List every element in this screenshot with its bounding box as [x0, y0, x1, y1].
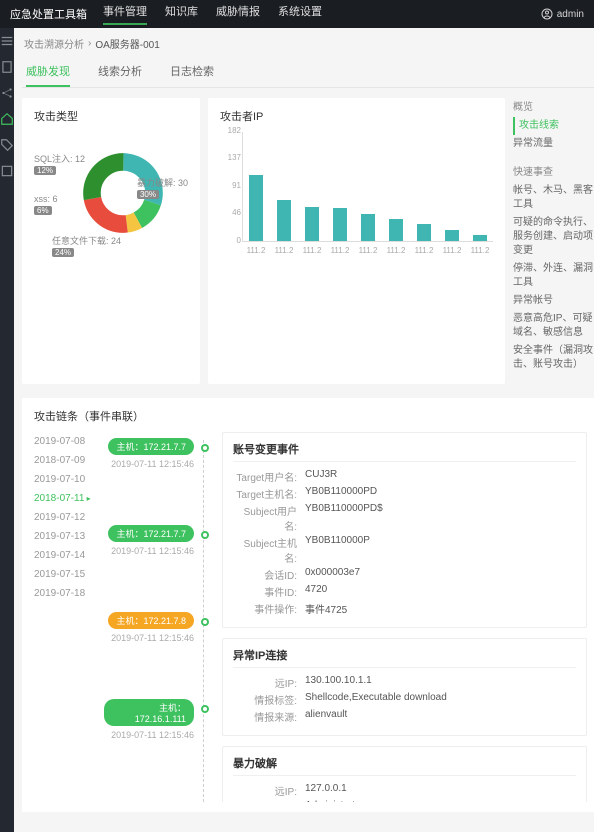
- date-item[interactable]: 2019-07-13: [34, 527, 96, 546]
- menu-icon[interactable]: [0, 34, 14, 48]
- bc-sep: ›: [88, 38, 91, 49]
- rn-q2[interactable]: 停滞、外连、漏洞工具: [513, 260, 594, 292]
- bar-0[interactable]: 111.2: [249, 175, 263, 241]
- date-item[interactable]: 2019-07-10: [34, 470, 96, 489]
- nav-events[interactable]: 事件管理: [103, 3, 147, 25]
- timeline-node[interactable]: 主机：172.21.7.72019-07-11 12:15:46: [104, 525, 204, 556]
- timeline-node[interactable]: 主机：172.21.7.72019-07-11 12:15:46: [104, 438, 204, 469]
- nav-settings[interactable]: 系统设置: [278, 3, 322, 25]
- bar-1[interactable]: 111.2: [277, 200, 291, 241]
- date-item[interactable]: 2019-07-12: [34, 508, 96, 527]
- attacker-ip-title: 攻击者IP: [220, 108, 493, 124]
- top-nav: 事件管理 知识库 威胁情报 系统设置: [103, 3, 322, 25]
- date-list: 2019-07-082018-07-092019-07-102018-07-11…: [34, 432, 96, 802]
- rn-sec1-title: 概览: [513, 98, 594, 113]
- tab-log[interactable]: 日志检索: [170, 57, 214, 87]
- attack-chain-card: 攻击链条（事件串联） 2019-07-082018-07-092019-07-1…: [22, 398, 594, 812]
- bar-8[interactable]: 111.2: [473, 235, 487, 241]
- rn-q3[interactable]: 异常帐号: [513, 292, 594, 310]
- timeline-node[interactable]: 主机：172.16.1.1112019-07-11 12:15:46: [104, 699, 204, 740]
- user-name: admin: [557, 9, 584, 20]
- rn-q1[interactable]: 可疑的命令执行、服务创建、启动项变更: [513, 214, 594, 260]
- bc-2: OA服务器-001: [95, 36, 159, 51]
- topbar: 应急处置工具箱 事件管理 知识库 威胁情报 系统设置 admin: [0, 0, 594, 28]
- attack-type-card: 攻击类型 暴力破解: 3030% SQL注入: 1212% xss: 66% 任: [22, 98, 200, 384]
- tab-threat[interactable]: 威胁发现: [26, 57, 70, 87]
- rn-q5[interactable]: 安全事件（漏洞攻击、账号攻击）: [513, 342, 594, 374]
- share-icon[interactable]: [0, 86, 14, 100]
- bc-1[interactable]: 攻击溯源分析: [24, 36, 84, 51]
- date-item[interactable]: 2019-07-14: [34, 546, 96, 565]
- event-card: 异常IP连接远IP:130.100.10.1.1情报标签:Shellcode,E…: [222, 638, 587, 736]
- timeline-node[interactable]: 主机：172.21.7.82019-07-11 12:15:46: [104, 612, 204, 643]
- bar-chart: 04691137182111.2111.2111.2111.2111.2111.…: [242, 132, 493, 242]
- donut-label-3: 任意文件下载: 2424%: [52, 236, 121, 258]
- date-item[interactable]: 2019-07-18: [34, 584, 96, 603]
- bar-6[interactable]: 111.2: [417, 224, 431, 241]
- user-menu[interactable]: admin: [541, 8, 584, 20]
- attacker-ip-card: 攻击者IP 04691137182111.2111.2111.2111.2111…: [208, 98, 505, 384]
- attack-type-title: 攻击类型: [34, 108, 188, 124]
- donut-chart: 暴力破解: 3030% SQL注入: 1212% xss: 66% 任意文件下载…: [34, 132, 188, 262]
- event-list[interactable]: 账号变更事件Target用户名:CUJ3RTarget主机名:YB0B11000…: [212, 432, 587, 802]
- tag-icon[interactable]: [0, 138, 14, 152]
- chain-title: 攻击链条（事件串联）: [34, 408, 587, 424]
- donut-label-2: xss: 66%: [34, 194, 58, 216]
- subtabs: 威胁发现 线索分析 日志检索: [22, 57, 594, 88]
- rn-abnormal-flow[interactable]: 异常流量: [513, 135, 594, 153]
- home-icon[interactable]: [0, 112, 14, 126]
- brand: 应急处置工具箱: [10, 6, 87, 22]
- sidebar: [0, 28, 14, 832]
- nav-kb[interactable]: 知识库: [165, 3, 198, 25]
- date-item[interactable]: 2018-07-11: [34, 489, 96, 508]
- rn-attack-clue[interactable]: 攻击线索: [513, 117, 594, 135]
- rn-sec2-title: 快速事查: [513, 163, 594, 178]
- right-nav: 概览 攻击线索 异常流量 快速事查 帐号、木马、黑客工具 可疑的命令执行、服务创…: [513, 98, 594, 384]
- nav-threat[interactable]: 威胁情报: [216, 3, 260, 25]
- breadcrumb: 攻击溯源分析 › OA服务器-001: [22, 34, 594, 57]
- bar-2[interactable]: 111.2: [305, 207, 319, 241]
- donut-label-0: 暴力破解: 3030%: [137, 178, 188, 200]
- list-icon[interactable]: [0, 164, 14, 178]
- bar-4[interactable]: 111.2: [361, 214, 375, 241]
- bar-5[interactable]: 111.2: [389, 219, 403, 241]
- rn-q4[interactable]: 恶意高危IP、可疑域名、敏感信息: [513, 310, 594, 342]
- doc-icon[interactable]: [0, 60, 14, 74]
- rn-q0[interactable]: 帐号、木马、黑客工具: [513, 182, 594, 214]
- tab-clue[interactable]: 线索分析: [98, 57, 142, 87]
- event-card: 账号变更事件Target用户名:CUJ3RTarget主机名:YB0B11000…: [222, 432, 587, 628]
- event-card: 暴力破解远IP:127.0.0.1异常帐号:Administrator登录失败次…: [222, 746, 587, 802]
- date-item[interactable]: 2019-07-08: [34, 432, 96, 451]
- timeline-col: 主机：172.21.7.72019-07-11 12:15:46 主机：172.2…: [104, 432, 204, 802]
- bar-7[interactable]: 111.2: [445, 230, 459, 241]
- user-icon: [541, 8, 553, 20]
- date-item[interactable]: 2018-07-09: [34, 451, 96, 470]
- donut-label-1: SQL注入: 1212%: [34, 154, 85, 176]
- date-item[interactable]: 2019-07-15: [34, 565, 96, 584]
- main: 攻击溯源分析 › OA服务器-001 威胁发现 线索分析 日志检索 攻击类型: [14, 28, 594, 832]
- bar-3[interactable]: 111.2: [333, 208, 347, 241]
